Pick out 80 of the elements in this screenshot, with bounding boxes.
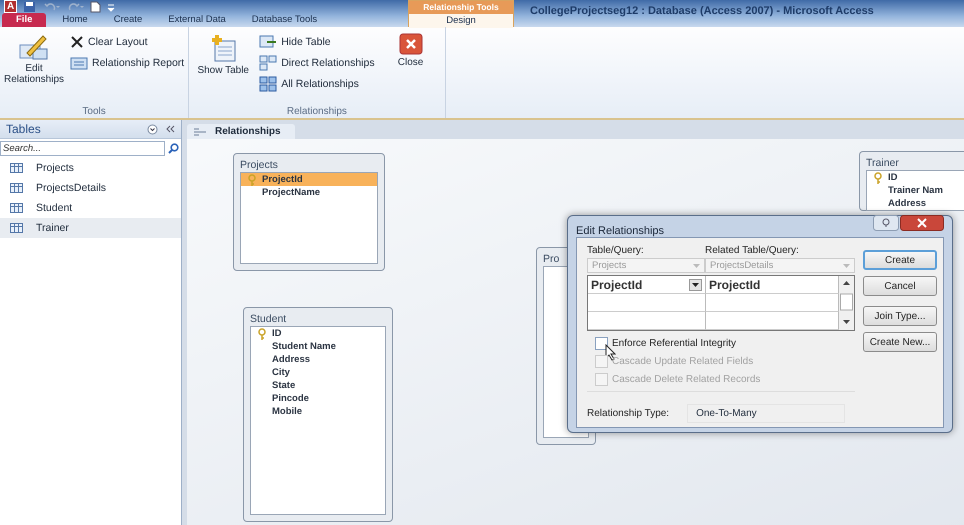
nav-item[interactable]: Trainer [0,218,181,238]
ribbon-button[interactable]: Edit Relationships [4,29,64,89]
collapse-icon[interactable] [166,125,175,133]
table-icon [10,223,23,233]
dialog-button[interactable]: Join Type... [863,306,937,326]
app-logo[interactable]: A [4,0,18,13]
close-icon [398,33,423,55]
dialog-button[interactable]: Create [863,250,937,270]
dialog-button[interactable]: Create New... [863,332,937,352]
checkbox-label[interactable]: Enforce Referential Integrity [612,338,736,349]
table-icon [10,203,23,213]
ribbon-tab[interactable]: External Data [158,13,236,27]
field-item[interactable]: Pincode [251,392,385,405]
document-tab[interactable]: Relationships [187,124,295,139]
ribbon-button[interactable]: Close [380,29,441,72]
checkbox[interactable] [595,337,608,350]
group-label: Relationships [286,105,348,118]
nav-item[interactable]: ProjectsDetails [0,178,181,198]
table-icon [10,183,23,193]
field-item[interactable]: State [251,379,385,392]
help-icon[interactable] [873,215,899,231]
dialog-title: Edit Relationships [576,224,664,237]
ribbon-tab[interactable]: Database Tools [242,13,328,27]
dropdown-arrow-icon [693,264,700,268]
context-tab-header: Relationship Tools [409,1,513,14]
relationships-icon [193,126,207,136]
ribbon-button[interactable]: All Relationships [259,75,375,93]
dropdown-arrow-icon [843,264,850,268]
save-icon[interactable] [23,0,36,12]
field-item[interactable]: Address [251,353,385,366]
search-icon[interactable] [168,143,179,154]
linked-tables-icon [259,76,278,92]
relationship-type-value: One-To-Many [687,404,846,423]
field-item[interactable]: ID [251,327,385,340]
nav-item[interactable]: Student [0,198,181,218]
nav-item[interactable]: Projects [0,158,181,178]
ribbon-tab[interactable]: Design [409,14,513,28]
x-mark-icon [70,35,84,49]
field-cell[interactable] [588,294,706,312]
dialog-button[interactable]: Cancel [863,276,937,296]
pencil-table-icon [19,33,49,61]
pane-title: Tables [6,122,42,136]
field-cell[interactable]: ProjectId [588,276,706,294]
close-icon[interactable] [900,215,944,231]
table-icon [10,163,23,173]
linked-tables-icon [259,55,278,71]
ribbon-button[interactable]: Direct Relationships [259,54,375,72]
table-box[interactable]: Student ID Student Name Address City State Pincode Mobile [243,307,393,522]
ribbon-tab[interactable]: Create [104,13,152,27]
field-item[interactable]: ProjectName [241,186,377,199]
new-document-icon[interactable] [90,0,102,12]
field-cell[interactable] [588,312,706,330]
group-label: Tools [81,105,107,118]
window-title: CollegeProjectseg12 : Database (Access 2007) - Microsoft Access [529,4,874,19]
search-field[interactable]: Search... [0,141,165,156]
field-item[interactable]: City [251,366,385,379]
table-plus-icon [209,33,238,63]
table-title: Student [250,312,288,326]
table-box[interactable]: Projects ProjectId ProjectName [233,153,385,271]
dropdown-icon[interactable] [147,124,158,134]
table-box[interactable]: Trainer ID Trainer Nam Address [859,151,964,211]
report-icon [70,56,88,70]
ribbon-button[interactable]: Relationship Report [70,54,184,72]
ribbon-button[interactable]: Clear Layout [70,33,184,51]
field-item[interactable]: Mobile [251,405,385,418]
file-tab[interactable]: File [2,13,46,27]
table-title: Trainer [866,156,900,170]
field-item[interactable]: Address [867,197,964,210]
table-arrow-icon [259,35,278,49]
field-item[interactable]: Student Name [251,340,385,353]
field-item[interactable]: ID [867,171,964,184]
field-item[interactable]: ProjectId [241,173,377,186]
table-title: Pro [543,252,560,266]
field-label: Related Table/Query: [705,244,800,257]
scrollbar-drawing[interactable] [839,276,854,330]
ribbon-tab[interactable]: Home [52,13,98,27]
table-title: Projects [240,158,279,172]
ribbon-button[interactable]: Show Table [193,29,254,80]
field-item[interactable]: Trainer Nam [867,184,964,197]
ribbon-button[interactable]: Hide Table [259,33,375,51]
